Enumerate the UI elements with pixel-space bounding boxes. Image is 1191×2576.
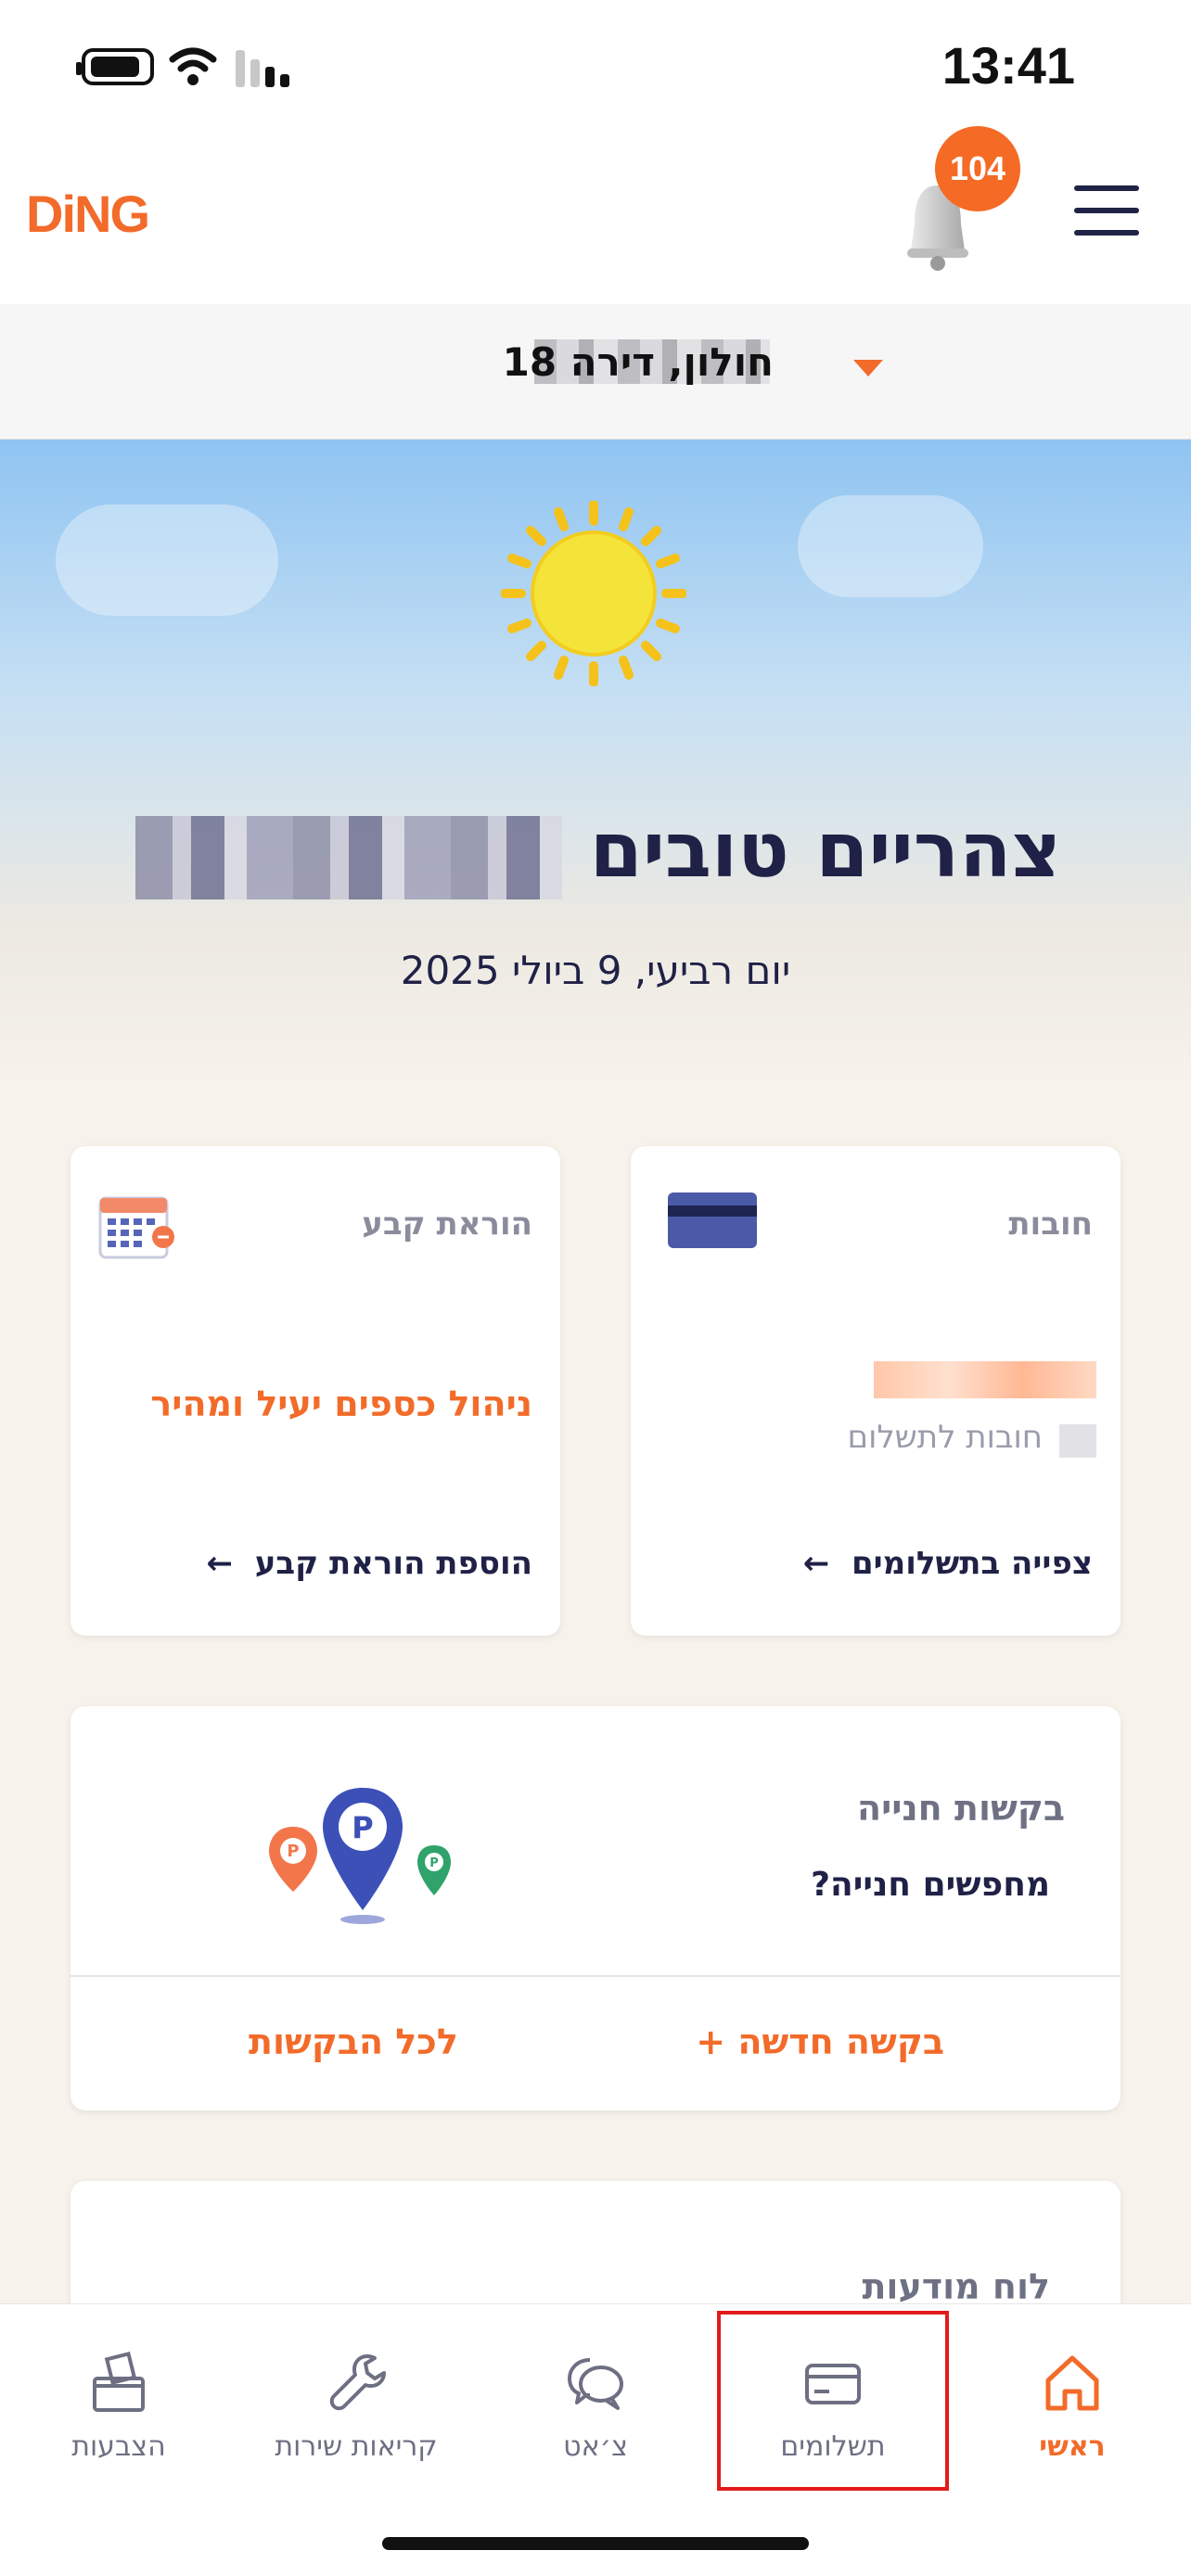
arrow-left-icon: ← xyxy=(206,1545,244,1582)
view-payments-link[interactable]: צפייה בתשלומים ← xyxy=(803,1545,1093,1582)
standing-order-headline: ניהול כספים יעיל ומהיר xyxy=(150,1384,532,1424)
app-header: DiNG 104 xyxy=(0,126,1191,304)
nav-votes-label: הצבעות xyxy=(71,2430,166,2463)
calendar-icon xyxy=(98,1196,174,1259)
debts-subtitle: חובות לתשלום xyxy=(847,1419,1043,1456)
app-logo: DiNG xyxy=(26,185,150,243)
redacted-count xyxy=(1059,1424,1096,1458)
nav-service-calls-label: קריאות שירות xyxy=(275,2430,438,2463)
redacted-amount xyxy=(874,1361,1096,1398)
highlight-box xyxy=(717,2311,949,2491)
debts-title: חובות xyxy=(1008,1205,1093,1243)
new-parking-request-button[interactable]: בקשה חדשה + xyxy=(696,2021,944,2062)
parking-subtitle: מחפשים חנייה? xyxy=(811,1866,1050,1904)
bottom-navigation: ראשי תשלומים צ׳אט קריאות שירות הצבעות xyxy=(0,2303,1191,2576)
standing-order-card[interactable]: הוראת קבע ניהול כספים יעיל ומהיר הוספת ה… xyxy=(70,1146,560,1636)
all-parking-requests-button[interactable]: לכל הבקשות xyxy=(249,2021,458,2062)
nav-service-calls[interactable]: קריאות שירות xyxy=(254,2351,458,2480)
credit-card-icon xyxy=(668,1192,757,1248)
sun-icon xyxy=(501,501,686,686)
chevron-down-icon xyxy=(853,360,883,376)
nav-votes[interactable]: הצבעות xyxy=(17,2351,221,2480)
svg-text:P: P xyxy=(287,1842,299,1861)
notification-badge: 104 xyxy=(935,126,1020,211)
svg-text:P: P xyxy=(352,1810,373,1845)
wrench-icon xyxy=(329,2354,386,2411)
nav-home[interactable]: ראשי xyxy=(970,2351,1174,2480)
parking-title: בקשות חנייה xyxy=(856,1788,1065,1829)
status-bar: 13:41 xyxy=(0,0,1191,139)
standing-order-title: הוראת קבע xyxy=(362,1205,532,1243)
address-selector[interactable]: חולון, דירה 18 xyxy=(0,304,1191,440)
address-text: חולון, דירה 18 xyxy=(502,339,774,385)
view-payments-label: צפייה בתשלומים xyxy=(851,1545,1093,1582)
divider xyxy=(70,1975,1121,1977)
redacted-user-name xyxy=(135,816,562,899)
home-indicator xyxy=(382,2537,809,2550)
status-time: 13:41 xyxy=(941,36,1075,95)
debts-card[interactable]: חובות חובות לתשלום צפייה בתשלומים ← xyxy=(631,1146,1121,1636)
ballot-box-icon xyxy=(93,2352,145,2412)
battery-icon xyxy=(76,48,154,85)
bulletin-board-title: לוח מודעות xyxy=(862,2266,1050,2307)
nav-chat-label: צ׳אט xyxy=(563,2430,628,2463)
wifi-icon xyxy=(169,47,217,85)
add-standing-order-link[interactable]: הוספת הוראת קבע ← xyxy=(207,1545,532,1582)
date-text: יום רביעי, 9 ביולי 2025 xyxy=(400,948,791,993)
add-standing-order-label: הוספת הוראת קבע xyxy=(254,1545,532,1582)
signal-icon xyxy=(236,48,293,87)
parking-card: בקשות חנייה מחפשים חנייה? P P P בקשה חדש… xyxy=(70,1706,1121,2111)
chat-icon xyxy=(568,2358,623,2410)
arrow-left-icon: ← xyxy=(802,1545,841,1582)
greeting-title: צהריים טובים xyxy=(589,807,1061,895)
nav-home-label: ראשי xyxy=(1039,2430,1106,2463)
cloud-icon xyxy=(56,504,278,616)
hamburger-menu-icon[interactable] xyxy=(1074,185,1139,237)
parking-pins-icon: P P P xyxy=(269,1788,451,1924)
svg-text:P: P xyxy=(429,1856,439,1870)
nav-chat[interactable]: צ׳אט xyxy=(493,2351,698,2480)
cloud-icon xyxy=(798,495,983,597)
home-icon xyxy=(1045,2355,1099,2411)
